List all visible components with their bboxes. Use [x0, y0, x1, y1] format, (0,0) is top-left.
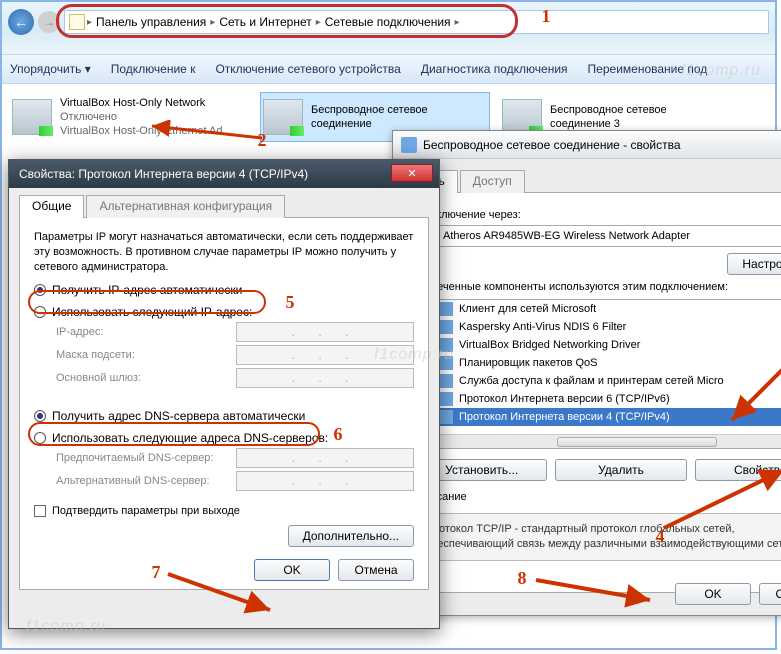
radio-icon: [34, 306, 46, 318]
adapter-name: Atheros AR9485WB-EG Wireless Network Ada…: [443, 230, 690, 242]
toolbar: Упорядочить ▾ Подключение к Отключение с…: [2, 54, 775, 84]
horizontal-scrollbar[interactable]: [417, 434, 781, 448]
ip-address-input: . . .: [236, 322, 414, 342]
radio-ip-auto[interactable]: Получить IP-адрес автоматически: [34, 283, 414, 297]
list-item[interactable]: ✓Kaspersky Anti-Virus NDIS 6 Filter: [417, 318, 781, 336]
control-panel-icon: [69, 14, 85, 30]
nav-forward-button[interactable]: →: [38, 11, 60, 33]
component-icon: [439, 374, 453, 388]
confirm-on-exit-checkbox[interactable]: Подтвердить параметры при выходе: [34, 505, 414, 517]
list-item[interactable]: ✓VirtualBox Bridged Networking Driver: [417, 336, 781, 354]
network-adapter-icon: [12, 99, 52, 135]
nav-back-button[interactable]: ←: [8, 9, 34, 35]
connection-name: Беспроводное сетевое: [550, 103, 667, 117]
gateway-label: Основной шлюз:: [56, 372, 236, 384]
radio-icon: [34, 410, 46, 422]
radio-dns-auto[interactable]: Получить адрес DNS-сервера автоматически: [34, 409, 414, 423]
tab-alternate[interactable]: Альтернативная конфигурация: [86, 195, 285, 218]
ipv4-properties-window: Свойства: Протокол Интернета версии 4 (T…: [8, 159, 440, 629]
list-item[interactable]: ✓Клиент для сетей Microsoft: [417, 300, 781, 318]
list-item[interactable]: ✓Планировщик пакетов QoS: [417, 354, 781, 372]
description-text: Протокол TCP/IP - стандартный протокол г…: [416, 513, 781, 561]
radio-icon: [34, 432, 46, 444]
scrollbar-thumb[interactable]: [557, 437, 717, 447]
window-title: Свойства: Протокол Интернета версии 4 (T…: [19, 167, 308, 181]
breadcrumb-item[interactable]: Сеть и Интернет: [217, 15, 313, 29]
connection-item[interactable]: VirtualBox Host-Only Network Отключено V…: [10, 92, 250, 142]
disable-device-menu[interactable]: Отключение сетевого устройства: [215, 62, 400, 76]
connection-name: VirtualBox Host-Only Network: [60, 96, 232, 110]
cancel-button[interactable]: Отмена: [338, 559, 414, 581]
subnet-mask-label: Маска подсети:: [56, 349, 236, 361]
chevron-right-icon: ▸: [87, 17, 92, 28]
window-title: Беспроводное сетевое соединение - свойст…: [423, 138, 681, 152]
components-label: Отмеченные компоненты используются этим …: [416, 281, 781, 293]
component-icon: [439, 302, 453, 316]
gateway-input: . . .: [236, 368, 414, 388]
watermark: f1comp.ru: [681, 62, 761, 80]
tab-access[interactable]: Доступ: [460, 170, 525, 193]
breadcrumb-item[interactable]: Панель управления: [94, 15, 208, 29]
description-header: Описание: [416, 491, 781, 503]
tab-general[interactable]: Общие: [19, 195, 84, 218]
chevron-right-icon: ▸: [316, 17, 321, 28]
network-icon: [401, 137, 417, 153]
remove-button[interactable]: Удалить: [555, 459, 686, 481]
diagnose-menu[interactable]: Диагностика подключения: [421, 62, 568, 76]
cancel-button[interactable]: Отмена: [759, 583, 781, 605]
ip-address-label: IP-адрес:: [56, 326, 236, 338]
checkbox-icon: [34, 505, 46, 517]
watermark: f1comp.ru: [26, 618, 106, 636]
advanced-button[interactable]: Дополнительно...: [288, 525, 414, 547]
properties-button[interactable]: Свойства: [695, 459, 781, 481]
adapter-field: Atheros AR9485WB-EG Wireless Network Ada…: [416, 225, 781, 247]
chevron-right-icon: ▸: [455, 17, 460, 28]
component-icon: [439, 320, 453, 334]
watermark: f1comp.ru: [374, 346, 454, 364]
connection-properties-window: Беспроводное сетевое соединение - свойст…: [392, 130, 781, 616]
connect-via-label: Подключение через:: [416, 209, 781, 221]
wireless-adapter-icon: [263, 99, 303, 135]
ok-button[interactable]: OK: [254, 559, 330, 581]
breadcrumb-item[interactable]: Сетевые подключения: [323, 15, 453, 29]
component-icon: [439, 410, 453, 424]
list-item[interactable]: ✓Служба доступа к файлам и принтерам сет…: [417, 372, 781, 390]
configure-button[interactable]: Настроить...: [727, 253, 781, 275]
list-item-selected[interactable]: ✓Протокол Интернета версии 4 (TCP/IPv4): [417, 408, 781, 426]
close-button[interactable]: ✕: [391, 164, 433, 182]
organize-menu[interactable]: Упорядочить ▾: [10, 62, 91, 76]
dns-alternate-input: . . .: [236, 471, 414, 491]
connection-device: VirtualBox Host-Only Ethernet Ad...: [60, 124, 232, 138]
dns-preferred-label: Предпочитаемый DNS-сервер:: [56, 452, 236, 464]
components-list[interactable]: ✓Клиент для сетей Microsoft ✓Kaspersky A…: [416, 299, 781, 449]
radio-dns-manual[interactable]: Использовать следующие адреса DNS-сервер…: [34, 431, 414, 445]
info-paragraph: Параметры IP могут назначаться автоматич…: [34, 230, 414, 275]
chevron-right-icon: ▸: [210, 17, 215, 28]
list-item[interactable]: ✓Протокол Интернета версии 6 (TCP/IPv6): [417, 390, 781, 408]
dns-preferred-input: . . .: [236, 448, 414, 468]
connect-to-menu[interactable]: Подключение к: [111, 62, 196, 76]
breadcrumb[interactable]: ▸ Панель управления ▸ Сеть и Интернет ▸ …: [64, 10, 769, 34]
radio-icon: [34, 284, 46, 296]
dns-alternate-label: Альтернативный DNS-сервер:: [56, 475, 236, 487]
component-icon: [439, 392, 453, 406]
connection-name: Беспроводное сетевое: [311, 103, 428, 117]
ok-button[interactable]: OK: [675, 583, 751, 605]
connection-status: Отключено: [60, 110, 232, 124]
radio-ip-manual[interactable]: Использовать следующий IP-адрес:: [34, 305, 414, 319]
